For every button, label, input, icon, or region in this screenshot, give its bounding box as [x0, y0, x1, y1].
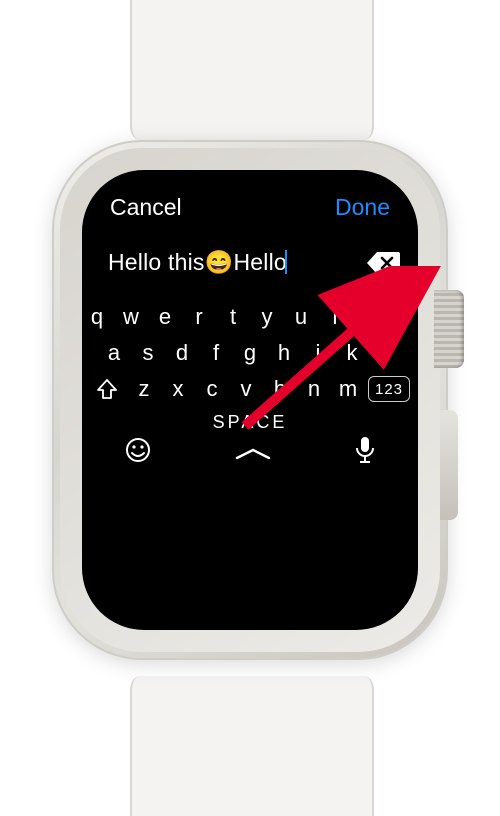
shift-key[interactable] — [90, 376, 124, 402]
key-j[interactable]: j — [304, 340, 332, 366]
key-d[interactable]: d — [168, 340, 196, 366]
key-q[interactable]: q — [83, 304, 111, 330]
backspace-button[interactable] — [366, 250, 400, 276]
side-button[interactable] — [440, 410, 458, 520]
keyboard-row-2: asdfghjkl — [94, 340, 406, 366]
watch-band-bottom — [130, 676, 374, 816]
key-e[interactable]: e — [151, 304, 179, 330]
key-x[interactable]: x — [164, 376, 192, 402]
space-key[interactable]: SPACE — [94, 412, 406, 433]
emoji-button[interactable] — [124, 436, 152, 469]
watch-case: Cancel Done Hello this😄Hello qwertyuiop … — [52, 140, 448, 660]
chevron-up-icon[interactable] — [233, 446, 273, 460]
key-l[interactable]: l — [372, 340, 400, 366]
text-input[interactable]: Hello this😄Hello — [108, 249, 360, 276]
keyboard-row-1: qwertyuiop — [94, 304, 406, 330]
shift-icon — [96, 378, 118, 400]
key-g[interactable]: g — [236, 340, 264, 366]
input-emoji: 😄 — [205, 249, 234, 275]
key-o[interactable]: o — [355, 304, 383, 330]
keyboard-row-3: zxcvbnm123 — [94, 376, 406, 402]
key-p[interactable]: p — [389, 304, 417, 330]
input-segment-1: Hello this — [108, 249, 205, 275]
key-k[interactable]: k — [338, 340, 366, 366]
watch-band-top — [130, 0, 374, 140]
emoji-icon — [124, 436, 152, 464]
key-f[interactable]: f — [202, 340, 230, 366]
key-z[interactable]: z — [130, 376, 158, 402]
key-w[interactable]: w — [117, 304, 145, 330]
key-r[interactable]: r — [185, 304, 213, 330]
key-y[interactable]: y — [253, 304, 281, 330]
key-h[interactable]: h — [270, 340, 298, 366]
key-m[interactable]: m — [334, 376, 362, 402]
key-a[interactable]: a — [100, 340, 128, 366]
text-entry-row: Hello this😄Hello — [82, 231, 418, 282]
keyboard: qwertyuiop asdfghjkl zxcvbnm123 SPACE — [82, 282, 418, 476]
watch-screen: Cancel Done Hello this😄Hello qwertyuiop … — [82, 170, 418, 630]
key-v[interactable]: v — [232, 376, 260, 402]
cancel-button[interactable]: Cancel — [110, 194, 182, 221]
key-n[interactable]: n — [300, 376, 328, 402]
numbers-key[interactable]: 123 — [368, 376, 410, 402]
key-t[interactable]: t — [219, 304, 247, 330]
key-b[interactable]: b — [266, 376, 294, 402]
key-u[interactable]: u — [287, 304, 315, 330]
text-cursor — [285, 250, 287, 274]
mic-icon — [354, 435, 376, 465]
keyboard-bottom-row — [94, 435, 406, 476]
done-button[interactable]: Done — [335, 194, 390, 221]
input-segment-2: Hello — [233, 249, 286, 275]
key-s[interactable]: s — [134, 340, 162, 366]
backspace-icon — [366, 250, 400, 276]
key-i[interactable]: i — [321, 304, 349, 330]
key-c[interactable]: c — [198, 376, 226, 402]
header: Cancel Done — [82, 170, 418, 231]
dictation-button[interactable] — [354, 435, 376, 470]
digital-crown[interactable] — [434, 290, 464, 368]
